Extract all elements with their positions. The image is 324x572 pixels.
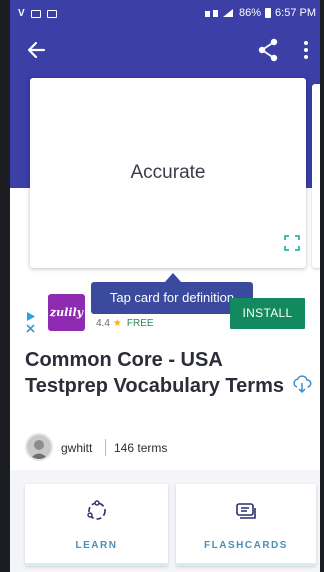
author-divider bbox=[105, 439, 106, 456]
flashcards-icon bbox=[236, 503, 256, 519]
flashcard[interactable]: Accurate bbox=[30, 78, 306, 268]
avatar-image bbox=[30, 440, 48, 459]
cloud-download-icon[interactable] bbox=[292, 374, 312, 394]
app-bar bbox=[10, 30, 320, 70]
gallery-notification-icon bbox=[46, 9, 57, 18]
flashcards-label: FLASHCARDS bbox=[204, 540, 288, 551]
flashcards-mode-card[interactable]: FLASHCARDS bbox=[176, 484, 316, 566]
install-button[interactable]: INSTALL bbox=[230, 298, 305, 329]
more-vert-icon[interactable] bbox=[296, 38, 316, 62]
learn-mode-card[interactable]: LEARN bbox=[25, 484, 168, 566]
tap-card-tooltip: Tap card for definition bbox=[91, 282, 253, 314]
battery-percent: 86% bbox=[239, 7, 262, 19]
status-app-glyph: V bbox=[18, 8, 25, 19]
ad-rating-row: 4.4 ★ FREE bbox=[96, 318, 154, 329]
card-term: Accurate bbox=[130, 162, 206, 183]
star-icon: ★ bbox=[112, 318, 122, 329]
device-frame: V 86% 6:57 PM Accurate Tap card for defi… bbox=[0, 0, 324, 572]
learn-cycle-icon bbox=[87, 500, 106, 520]
status-left: V bbox=[18, 8, 57, 19]
next-card-peek[interactable] bbox=[312, 84, 320, 268]
ad-choices-icon[interactable] bbox=[25, 311, 37, 333]
author-avatar[interactable] bbox=[25, 433, 53, 461]
term-count: 146 terms bbox=[114, 441, 168, 455]
learn-accent-bar bbox=[25, 563, 168, 566]
status-bar: V 86% 6:57 PM bbox=[10, 0, 320, 30]
battery-icon bbox=[265, 8, 272, 18]
ad-brand-logo[interactable]: zulily bbox=[48, 294, 85, 331]
status-time: 6:57 PM bbox=[275, 7, 316, 19]
ad-rating-value: 4.4 bbox=[96, 318, 110, 329]
flashcards-accent-bar bbox=[176, 563, 316, 566]
author-name[interactable]: gwhitt bbox=[61, 441, 92, 455]
set-title: Common Core - USA Testprep Vocabulary Te… bbox=[25, 349, 284, 397]
signal-icon bbox=[205, 9, 233, 17]
arrow-back-icon[interactable] bbox=[24, 38, 50, 62]
fullscreen-icon[interactable] bbox=[284, 235, 300, 251]
app-screen: V 86% 6:57 PM Accurate Tap card for defi… bbox=[10, 0, 320, 572]
share-icon[interactable] bbox=[256, 37, 280, 63]
learn-label: LEARN bbox=[75, 540, 118, 551]
status-right: 86% 6:57 PM bbox=[205, 7, 316, 19]
ad-price: FREE bbox=[126, 318, 154, 329]
image-notification-icon bbox=[30, 9, 41, 18]
